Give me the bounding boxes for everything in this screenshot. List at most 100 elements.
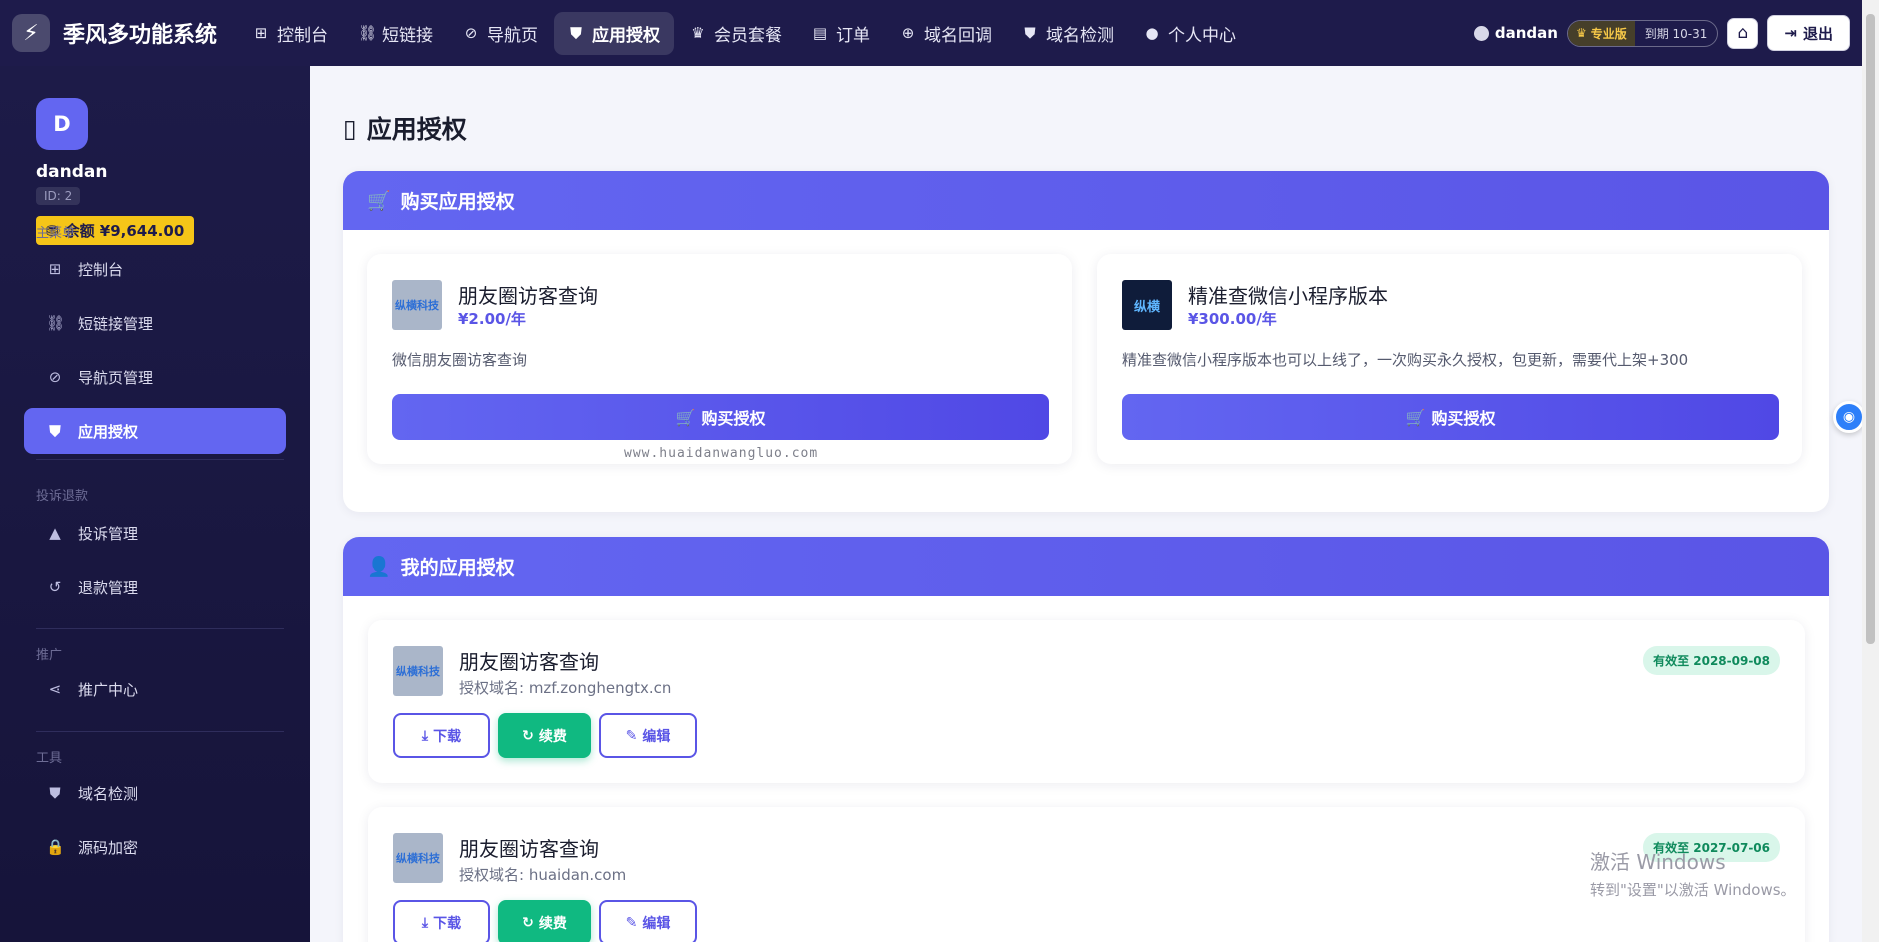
license-name: 朋友圈访客查询 bbox=[459, 837, 599, 861]
product-description: 精准查微信小程序版本也可以上线了，一次购买永久授权，包更新，需要代上架+300 bbox=[1122, 351, 1689, 369]
shield-icon: ⛊ bbox=[49, 422, 61, 440]
product-price: ¥300.00/年 bbox=[1188, 310, 1277, 328]
lock-icon: 🔒 bbox=[46, 838, 65, 856]
plan-badge: ♛ 专业版 到期 10-31 bbox=[1566, 19, 1719, 47]
top-username: dandan bbox=[1494, 24, 1558, 42]
sidebar-item-refunds[interactable]: ↺ 退款管理 bbox=[24, 564, 286, 610]
sidebar-item-source-encrypt[interactable]: 🔒 源码加密 bbox=[24, 824, 286, 870]
nav-item-shortlink[interactable]: ⛓ 短链接 bbox=[344, 12, 447, 55]
nav-item-orders[interactable]: ▤ 订单 bbox=[798, 12, 884, 55]
nav-item-label: 个人中心 bbox=[1168, 25, 1237, 46]
product-thumb-label: 纵横 bbox=[1133, 299, 1160, 315]
buy-license-button[interactable]: 🛒 购买授权 bbox=[1122, 394, 1779, 440]
nav-item-app-license[interactable]: ⛊ 应用授权 bbox=[554, 11, 675, 55]
shield-check-icon: ⛊ bbox=[1024, 24, 1036, 42]
sidebar-item-dashboard[interactable]: ⊞ 控制台 bbox=[24, 246, 286, 292]
compass-icon: ⊘ bbox=[464, 24, 478, 42]
sidebar-item-label: 投诉管理 bbox=[78, 524, 139, 543]
top-navbar: ⚡ 季风多功能系统 ⊞ 控制台 ⛓ 短链接 ⊘ 导航页 ⛊ 应用授权 ♛ 会员套餐 ▤ 订单… bbox=[0, 0, 1862, 66]
bolt-logo-icon[interactable]: ⚡ bbox=[12, 14, 50, 52]
nav-item-domain-check[interactable]: ⛊ 域名检测 bbox=[1008, 12, 1128, 55]
renew-button[interactable]: ↻ 续费 bbox=[498, 900, 591, 942]
sidebar-item-label: 推广中心 bbox=[78, 680, 139, 699]
logout-button[interactable]: ⇥ 退出 bbox=[1767, 15, 1850, 51]
license-thumb-label: 纵横科技 bbox=[396, 665, 440, 678]
my-license-title: 我的应用授权 bbox=[400, 557, 515, 579]
license-domain: 授权域名: mzf.zonghengtx.cn bbox=[459, 679, 672, 697]
app-title[interactable]: 季风多功能系统 bbox=[63, 17, 217, 49]
edit-button[interactable]: ✎ 编辑 bbox=[599, 713, 697, 758]
compass-icon: ⊘ bbox=[48, 368, 62, 386]
download-icon: ⤓ bbox=[421, 914, 429, 931]
plan-pro: ♛ 专业版 bbox=[1567, 20, 1635, 46]
sidebar-item-label: 应用授权 bbox=[78, 422, 139, 441]
edit-button[interactable]: ✎ 编辑 bbox=[599, 900, 697, 942]
win-activate-subtitle: 转到"设置"以激活 Windows。 bbox=[1590, 881, 1796, 899]
nav-item-domain-callback[interactable]: ⊕ 域名回调 bbox=[886, 12, 1006, 55]
chat-bubble-icon[interactable]: ◉ bbox=[1833, 401, 1865, 433]
share-icon: ⋖ bbox=[48, 680, 62, 698]
license-thumb-label: 纵横科技 bbox=[396, 852, 440, 865]
buy-license-card: 🛒 购买应用授权 纵横科技 朋友圈访客查询 ¥2.00/年 微信朋友圈访客查询 🛒… bbox=[343, 171, 1829, 512]
sidebar-item-label: 导航页管理 bbox=[78, 368, 154, 387]
nav-item-profile[interactable]: ● 个人中心 bbox=[1130, 12, 1250, 55]
sidebar-item-shortlink[interactable]: ⛓ 短链接管理 bbox=[24, 300, 286, 346]
plan-expiry: 到期 10-31 bbox=[1644, 26, 1708, 41]
page-scrollbar[interactable] bbox=[1862, 0, 1879, 942]
nav-item-label: 订单 bbox=[836, 25, 871, 46]
renew-label: 续费 bbox=[538, 728, 567, 745]
product-price: ¥2.00/年 bbox=[458, 310, 526, 328]
license-thumbnail: 纵横科技 bbox=[393, 833, 443, 883]
download-button[interactable]: ⤓ 下载 bbox=[393, 713, 490, 758]
refresh-icon: ↻ bbox=[522, 727, 534, 744]
sidebar-item-domain-check[interactable]: ⛊ 域名检测 bbox=[24, 770, 286, 816]
page-title-text: 应用授权 bbox=[366, 115, 467, 144]
nav-item-label: 短链接 bbox=[382, 25, 434, 46]
section-promo: 推广 bbox=[36, 648, 63, 663]
edit-label: 编辑 bbox=[642, 728, 671, 745]
sidebar-item-complaints[interactable]: ▲ 投诉管理 bbox=[24, 510, 286, 556]
nav-item-membership[interactable]: ♛ 会员套餐 bbox=[676, 12, 796, 55]
win-activate-title: 激活 Windows bbox=[1590, 850, 1726, 874]
buy-license-title: 购买应用授权 bbox=[400, 191, 515, 213]
page-title: ▯ 应用授权 bbox=[343, 110, 467, 146]
sidebar-item-app-license[interactable]: ⛊ 应用授权 bbox=[24, 408, 286, 454]
nav-item-navpage[interactable]: ⊘ 导航页 bbox=[449, 12, 552, 55]
sidebar-divider bbox=[36, 459, 284, 460]
nav-item-dashboard[interactable]: ⊞ 控制台 bbox=[239, 12, 342, 55]
sidebar-divider bbox=[36, 731, 284, 732]
buy-license-header: 🛒 购买应用授权 bbox=[343, 171, 1829, 230]
nav-item-label: 会员套餐 bbox=[714, 25, 783, 46]
download-label: 下载 bbox=[433, 728, 462, 745]
cart-icon: 🛒 bbox=[675, 407, 696, 427]
refresh-icon: ↻ bbox=[522, 914, 534, 931]
scroll-thumb[interactable] bbox=[1866, 14, 1875, 644]
product-description: 微信朋友圈访客查询 bbox=[392, 351, 528, 369]
download-button[interactable]: ⤓ 下载 bbox=[393, 900, 490, 942]
nav-item-label: 应用授权 bbox=[592, 25, 661, 46]
home-button[interactable]: ⌂ bbox=[1727, 17, 1759, 49]
nav-item-label: 控制台 bbox=[277, 25, 329, 46]
renew-button[interactable]: ↻ 续费 bbox=[498, 713, 591, 758]
license-thumbnail: 纵横科技 bbox=[393, 646, 443, 696]
license-name: 朋友圈访客查询 bbox=[459, 650, 599, 674]
section-tools: 工具 bbox=[36, 751, 63, 766]
avatar[interactable]: D bbox=[36, 98, 88, 150]
warning-icon: ▲ bbox=[49, 524, 61, 542]
product-thumbnail: 纵横 bbox=[1122, 280, 1172, 330]
sign-out-icon: ⇥ bbox=[1784, 24, 1797, 42]
mobile-icon: ▯ bbox=[343, 113, 357, 143]
product-thumb-label: 纵横科技 bbox=[395, 299, 439, 312]
sidebar-item-promotion[interactable]: ⋖ 推广中心 bbox=[24, 666, 286, 712]
user-chip[interactable]: dandan bbox=[1473, 24, 1558, 42]
top-nav: ⊞ 控制台 ⛓ 短链接 ⊘ 导航页 ⛊ 应用授权 ♛ 会员套餐 ▤ 订单 ⊕ 域名回调 ⛊ 域名… bbox=[239, 11, 1250, 55]
download-icon: ⤓ bbox=[421, 727, 429, 744]
buy-license-button[interactable]: 🛒 购买授权 bbox=[392, 394, 1049, 440]
buy-button-label: 购买授权 bbox=[701, 409, 766, 428]
nav-item-label: 导航页 bbox=[487, 25, 539, 46]
main-content: ▯ 应用授权 🛒 购买应用授权 纵横科技 朋友圈访客查询 ¥2.00/年 微信朋友圈… bbox=[310, 66, 1862, 942]
product-name: 精准查微信小程序版本 bbox=[1188, 284, 1388, 308]
plan-label: 专业版 bbox=[1590, 26, 1627, 41]
sidebar-item-navpage[interactable]: ⊘ 导航页管理 bbox=[24, 354, 286, 400]
section-main: 主菜单 bbox=[36, 226, 76, 241]
